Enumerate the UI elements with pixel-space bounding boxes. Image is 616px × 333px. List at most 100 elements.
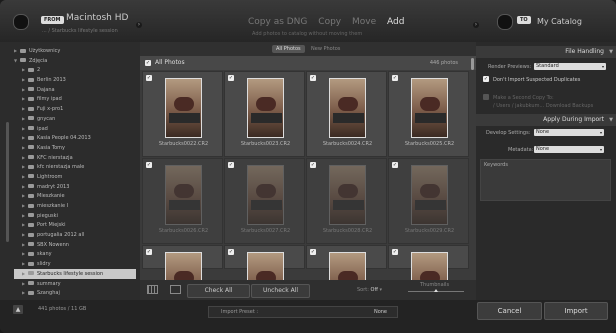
photo-checkbox[interactable]: ✓ xyxy=(228,162,234,168)
apply-during-import-header[interactable]: Apply During Import ▼ xyxy=(476,114,616,126)
source-scrollbar[interactable] xyxy=(2,62,10,262)
tree-item[interactable]: ▶ SBX Nowenn xyxy=(14,240,136,250)
tree-item[interactable]: ▶ skany xyxy=(14,249,136,259)
photo-checkbox[interactable]: ✓ xyxy=(310,249,316,255)
photo-checkbox[interactable]: ✓ xyxy=(228,75,234,81)
photo-cell[interactable]: ✓ xyxy=(388,245,469,312)
photo-cell[interactable]: ✓ Starbucks0029.CR2 xyxy=(388,158,469,244)
selection-count: 441 photos / 11 GB xyxy=(38,306,87,312)
tree-item[interactable]: ▶ slidry xyxy=(14,259,136,269)
folder-icon xyxy=(28,290,34,295)
tree-item[interactable]: ▶ Kasia People 04.2013 xyxy=(14,133,136,143)
folder-icon xyxy=(28,145,34,150)
mode-copy-as-dng[interactable]: Copy as DNG xyxy=(248,17,307,27)
tree-item[interactable]: ▶ ipad xyxy=(14,124,136,134)
mode-copy[interactable]: Copy xyxy=(318,17,341,27)
photo-checkbox[interactable]: ✓ xyxy=(146,75,152,81)
photo-checkbox[interactable]: ✓ xyxy=(392,162,398,168)
photo-count: 446 photos xyxy=(429,60,458,66)
photo-thumbnail[interactable] xyxy=(329,165,366,225)
tab-new-photos[interactable]: New Photos xyxy=(307,45,344,53)
photo-thumbnail[interactable] xyxy=(247,165,284,225)
cancel-button[interactable]: Cancel xyxy=(477,302,542,320)
source-name[interactable]: Macintosh HD xyxy=(66,13,128,23)
tree-item-label: Szanghaj xyxy=(37,290,60,297)
photo-cell[interactable]: ✓ xyxy=(224,245,305,312)
folder-icon xyxy=(28,164,34,169)
keywords-field[interactable]: Keywords xyxy=(480,159,611,201)
photo-thumbnail[interactable] xyxy=(165,165,202,225)
tree-item[interactable]: ▶ madryt 2013 xyxy=(14,182,136,192)
expand-arrow-icon[interactable]: ▲ xyxy=(13,305,23,314)
tree-item[interactable]: ▶ pieguski xyxy=(14,211,136,221)
photo-cell[interactable]: ✓ Starbucks0027.CR2 xyxy=(224,158,305,244)
import-preset-select[interactable]: Import Preset : None xyxy=(208,306,398,318)
photo-checkbox[interactable]: ✓ xyxy=(146,249,152,255)
tree-item[interactable]: ▶ Fuji x-pro1 xyxy=(14,104,136,114)
tree-item[interactable]: ▶ kfc nierstazja male xyxy=(14,162,136,172)
photo-cell[interactable]: ✓ Starbucks0026.CR2 xyxy=(142,158,223,244)
photo-checkbox[interactable]: ✓ xyxy=(392,75,398,81)
mode-move[interactable]: Move xyxy=(352,17,376,27)
tree-item[interactable]: ▶ Berlin 2013 xyxy=(14,75,136,85)
tree-item[interactable]: ▶ Port Miejski xyxy=(14,220,136,230)
destination-name[interactable]: My Catalog xyxy=(537,17,582,26)
tree-item-label: ipad xyxy=(37,125,48,132)
loupe-view-icon[interactable] xyxy=(170,285,181,294)
photo-checkbox[interactable]: ✓ xyxy=(228,249,234,255)
tree-item[interactable]: ▶ filmy ipad xyxy=(14,94,136,104)
grid-view-icon[interactable] xyxy=(147,285,158,294)
check-all-button[interactable]: Check All xyxy=(187,284,250,298)
photo-thumbnail[interactable] xyxy=(411,78,448,138)
photo-thumbnail[interactable] xyxy=(329,78,366,138)
photo-checkbox[interactable]: ✓ xyxy=(310,162,316,168)
photo-thumbnail[interactable] xyxy=(247,78,284,138)
photo-cell[interactable]: ✓ Starbucks0022.CR2 xyxy=(142,71,223,157)
photo-cell[interactable]: ✓ xyxy=(306,245,387,312)
render-previews-select[interactable]: Standard ▾ xyxy=(534,63,606,70)
photo-checkbox[interactable]: ✓ xyxy=(392,249,398,255)
photo-checkbox[interactable]: ✓ xyxy=(310,75,316,81)
import-button[interactable]: Import xyxy=(544,302,608,320)
tree-item[interactable]: ▶ Dajana xyxy=(14,85,136,95)
file-handling-header[interactable]: File Handling ▼ xyxy=(476,46,616,58)
metadata-select[interactable]: None ▾ xyxy=(534,146,604,153)
dont-import-duplicates-checkbox[interactable]: ✓ xyxy=(483,76,489,82)
tree-item[interactable]: ▶ KFC nierstazja xyxy=(14,153,136,163)
second-copy-checkbox[interactable] xyxy=(483,94,489,100)
photo-checkbox[interactable]: ✓ xyxy=(146,162,152,168)
tree-item[interactable]: ▶ 2 xyxy=(14,65,136,75)
photo-cell[interactable]: ✓ Starbucks0024.CR2 xyxy=(306,71,387,157)
folder-icon xyxy=(28,203,34,208)
tree-item[interactable]: ▶ summary xyxy=(14,279,136,289)
photo-cell[interactable]: ✓ Starbucks0028.CR2 xyxy=(306,158,387,244)
tab-all-photos[interactable]: All Photos xyxy=(272,45,305,53)
source-panel: ▶ Użytkownicy ▼ Zdjęcia ▶ 2 ▶ Berlin 2013 ▶ Dajan… xyxy=(0,42,140,300)
tree-item[interactable]: ▶ gnycan xyxy=(14,114,136,124)
tree-item[interactable]: ▶ portugalia 2012 all xyxy=(14,230,136,240)
grid-scrollbar[interactable] xyxy=(470,58,475,294)
tree-item[interactable]: ▶ Kasia Tomy xyxy=(14,143,136,153)
tree-item[interactable]: ▶ Użytkownicy xyxy=(14,46,136,56)
tree-item[interactable]: ▼ Zdjęcia xyxy=(14,56,136,66)
tree-item[interactable]: ▶ Szanghaj xyxy=(14,288,136,298)
slider-knob[interactable] xyxy=(434,289,438,292)
grid-tabs: All Photos New Photos xyxy=(140,42,476,56)
tree-item[interactable]: ▶ Starbucks lifestyle session xyxy=(14,268,136,279)
uncheck-all-button[interactable]: Uncheck All xyxy=(251,284,310,298)
photo-cell[interactable]: ✓ Starbucks0023.CR2 xyxy=(224,71,305,157)
photo-cell[interactable]: ✓ xyxy=(142,245,223,312)
tree-item[interactable]: ▶ Lightroom xyxy=(14,172,136,182)
folder-icon xyxy=(28,184,34,189)
photo-cell[interactable]: ✓ Starbucks0025.CR2 xyxy=(388,71,469,157)
sort-control[interactable]: Sort: Off ▾ xyxy=(357,287,382,293)
photo-thumbnail[interactable] xyxy=(165,78,202,138)
mode-add[interactable]: Add xyxy=(387,17,404,27)
tree-item-label: Berlin 2013 xyxy=(37,77,66,84)
develop-settings-select[interactable]: None ▾ xyxy=(534,129,604,136)
photo-thumbnail[interactable] xyxy=(411,165,448,225)
tree-item[interactable]: ▶ Mieszkanie xyxy=(14,191,136,201)
select-all-checkbox[interactable]: ✓ xyxy=(145,60,151,66)
tree-item[interactable]: ▶ mieszkanie I xyxy=(14,201,136,211)
thumbnail-size-slider[interactable] xyxy=(408,289,464,292)
